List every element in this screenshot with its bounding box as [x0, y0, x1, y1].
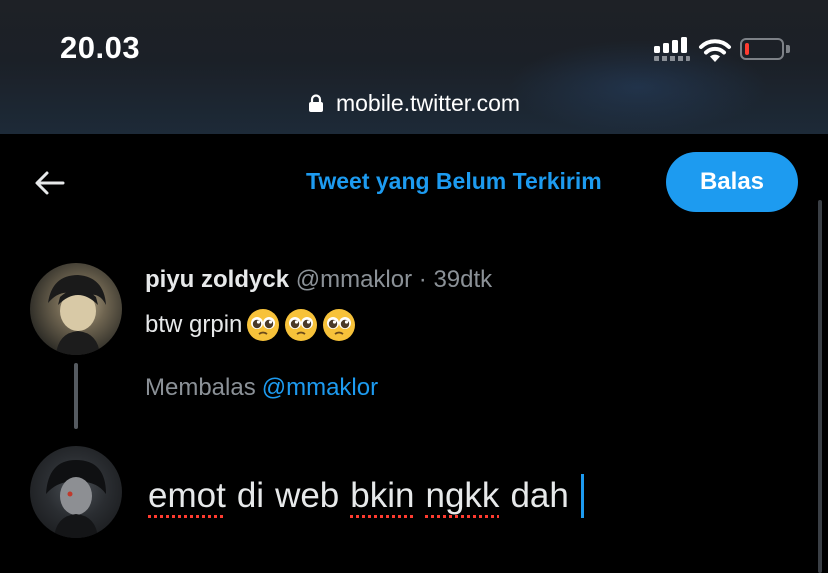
avatar-current-user[interactable]: [30, 446, 122, 538]
display-name[interactable]: piyu zoldyck: [145, 266, 289, 293]
unsent-tweets-link[interactable]: Tweet yang Belum Terkirim: [306, 168, 602, 195]
lock-icon: [308, 94, 323, 112]
pleading-face-emoji-icon: [247, 309, 280, 341]
replying-to-label: Membalas: [145, 374, 256, 401]
back-button[interactable]: [30, 163, 70, 203]
compose-word: emot: [148, 476, 226, 515]
reply-compose-textarea[interactable]: emot di web bkin ngkk dah: [148, 474, 584, 518]
scrollbar[interactable]: [818, 200, 822, 573]
tweet-timestamp[interactable]: 39dtk: [433, 266, 492, 293]
tweet-header: piyu zoldyck @mmaklor · 39dtk: [145, 266, 492, 294]
user-handle[interactable]: @mmaklor: [296, 266, 412, 293]
tweet-text-content: btw grpin: [145, 311, 243, 338]
compose-word: bkin: [350, 476, 415, 515]
arrow-left-icon: [35, 171, 65, 195]
compose-word: dah: [510, 476, 569, 515]
replying-to-handle[interactable]: @mmaklor: [262, 374, 378, 401]
thread-connector-line: [74, 363, 78, 429]
pleading-face-emoji-icon: [285, 309, 318, 341]
battery-level: [745, 43, 749, 55]
replying-to: Membalas @mmaklor: [145, 374, 378, 402]
cellular-signal-icon: [654, 37, 690, 65]
compose-word: di: [236, 476, 265, 515]
meta-separator: ·: [418, 266, 427, 293]
tweet-text: btw grpin: [145, 308, 356, 342]
compose-word: web: [275, 476, 340, 515]
avatar-original-tweet[interactable]: [30, 263, 122, 355]
battery-tip: [786, 45, 790, 53]
clock-time: 20.03: [60, 30, 141, 65]
wifi-icon: [699, 39, 731, 62]
pleading-face-emoji-icon: [323, 309, 356, 341]
url-text: mobile.twitter.com: [335, 89, 521, 116]
reply-button[interactable]: Balas: [666, 152, 798, 212]
battery-icon: [740, 38, 784, 60]
anime-avatar-image: [46, 460, 106, 538]
anime-avatar-image: [48, 275, 106, 355]
compose-word: ngkk: [425, 476, 500, 515]
text-cursor: [580, 474, 584, 518]
browser-url-bar[interactable]: mobile.twitter.com: [0, 86, 828, 120]
